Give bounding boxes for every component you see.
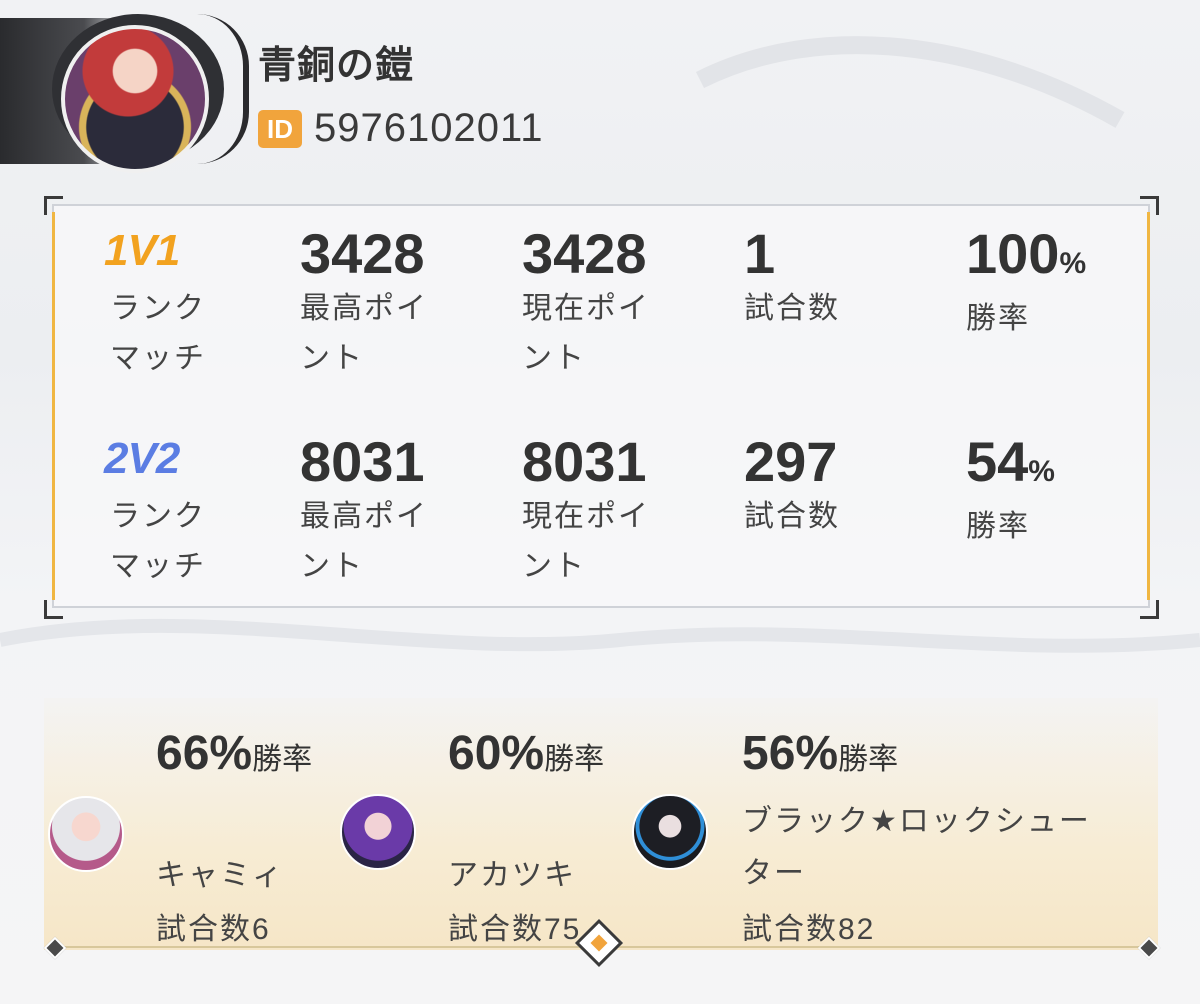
character-win-rate: 56%勝率 xyxy=(742,726,898,781)
best-points-value: 3428 xyxy=(300,222,425,285)
ranked-row-2v2: 2V2 ランクマッチ 8031 最高ポイント 8031 現在ポイント 297 試… xyxy=(54,414,1152,614)
current-points-label: 現在ポイント xyxy=(522,500,650,583)
win-rate-unit: % xyxy=(1059,247,1087,280)
matches-label: 試合数 xyxy=(744,292,840,325)
character-avatar-black-rock-shooter[interactable] xyxy=(632,794,708,870)
current-points-stat: 3428 現在ポイント xyxy=(522,224,672,384)
mode-logo-1v1: 1V1 xyxy=(104,226,180,275)
matches-value: 1 xyxy=(744,222,776,285)
avatar-frame-arc xyxy=(197,14,249,164)
mode-name: ランクマッチ xyxy=(110,500,206,583)
character-win-rate-suffix: 勝率 xyxy=(252,743,313,776)
character-matches: 試合数6 xyxy=(156,913,271,946)
win-rate-unit: % xyxy=(1028,455,1055,488)
matches-stat: 1 試合数 xyxy=(744,224,894,334)
matches-value: 297 xyxy=(744,430,838,493)
win-rate-label: 勝率 xyxy=(966,302,1030,335)
mode-logo-2v2: 2V2 xyxy=(104,434,180,483)
current-points-label: 現在ポイント xyxy=(522,292,650,375)
best-points-stat: 8031 最高ポイント xyxy=(300,432,450,592)
id-badge: ID xyxy=(258,110,302,148)
ranked-row-1v1: 1V1 ランクマッチ 3428 最高ポイント 3428 現在ポイント 1 試合数… xyxy=(54,206,1152,406)
character-avatar-cammy[interactable] xyxy=(48,796,124,872)
player-avatar[interactable] xyxy=(61,25,209,173)
character-win-rate-value: 66% xyxy=(156,727,253,780)
best-points-label: 最高ポイント xyxy=(300,500,428,583)
character-win-rate: 66%勝率 xyxy=(156,726,312,781)
win-rate-value: 100 xyxy=(966,222,1060,285)
current-points-value: 3428 xyxy=(522,222,647,285)
character-matches: 試合数75 xyxy=(448,913,582,946)
mode-name: ランクマッチ xyxy=(110,292,206,375)
win-rate-stat: 100% 勝率 xyxy=(966,224,1116,344)
character-name: ブラック★ロックシューター xyxy=(742,805,1091,890)
matches-stat: 297 試合数 xyxy=(744,432,894,542)
player-name: 青銅の鎧 xyxy=(258,45,415,87)
character-stats-panel: 66%勝率 キャミィ 試合数6 60%勝率 アカツキ 試合数75 56%勝率 ブ… xyxy=(44,698,1158,950)
ranked-stats-panel: 1V1 ランクマッチ 3428 最高ポイント 3428 現在ポイント 1 試合数… xyxy=(52,204,1150,608)
best-points-value: 8031 xyxy=(300,430,425,493)
character-win-rate-value: 56% xyxy=(742,727,839,780)
win-rate-stat: 54% 勝率 xyxy=(966,432,1116,552)
player-avatar-frame[interactable] xyxy=(0,0,249,173)
win-rate-value: 54 xyxy=(966,430,1029,493)
character-name: キャミィ xyxy=(156,859,284,892)
page-indicator-dot xyxy=(590,934,608,952)
character-win-rate-suffix: 勝率 xyxy=(544,743,605,776)
player-id: 5976102011 xyxy=(314,106,544,150)
character-matches: 試合数82 xyxy=(742,913,876,946)
current-points-value: 8031 xyxy=(522,430,647,493)
character-avatar-akatsuki[interactable] xyxy=(340,794,416,870)
best-points-stat: 3428 最高ポイント xyxy=(300,224,450,384)
win-rate-label: 勝率 xyxy=(966,510,1030,543)
best-points-label: 最高ポイント xyxy=(300,292,428,375)
character-win-rate-suffix: 勝率 xyxy=(838,743,899,776)
character-win-rate: 60%勝率 xyxy=(448,726,604,781)
character-win-rate-value: 60% xyxy=(448,727,545,780)
matches-label: 試合数 xyxy=(744,500,840,533)
character-name: アカツキ xyxy=(448,859,576,892)
current-points-stat: 8031 現在ポイント xyxy=(522,432,672,592)
